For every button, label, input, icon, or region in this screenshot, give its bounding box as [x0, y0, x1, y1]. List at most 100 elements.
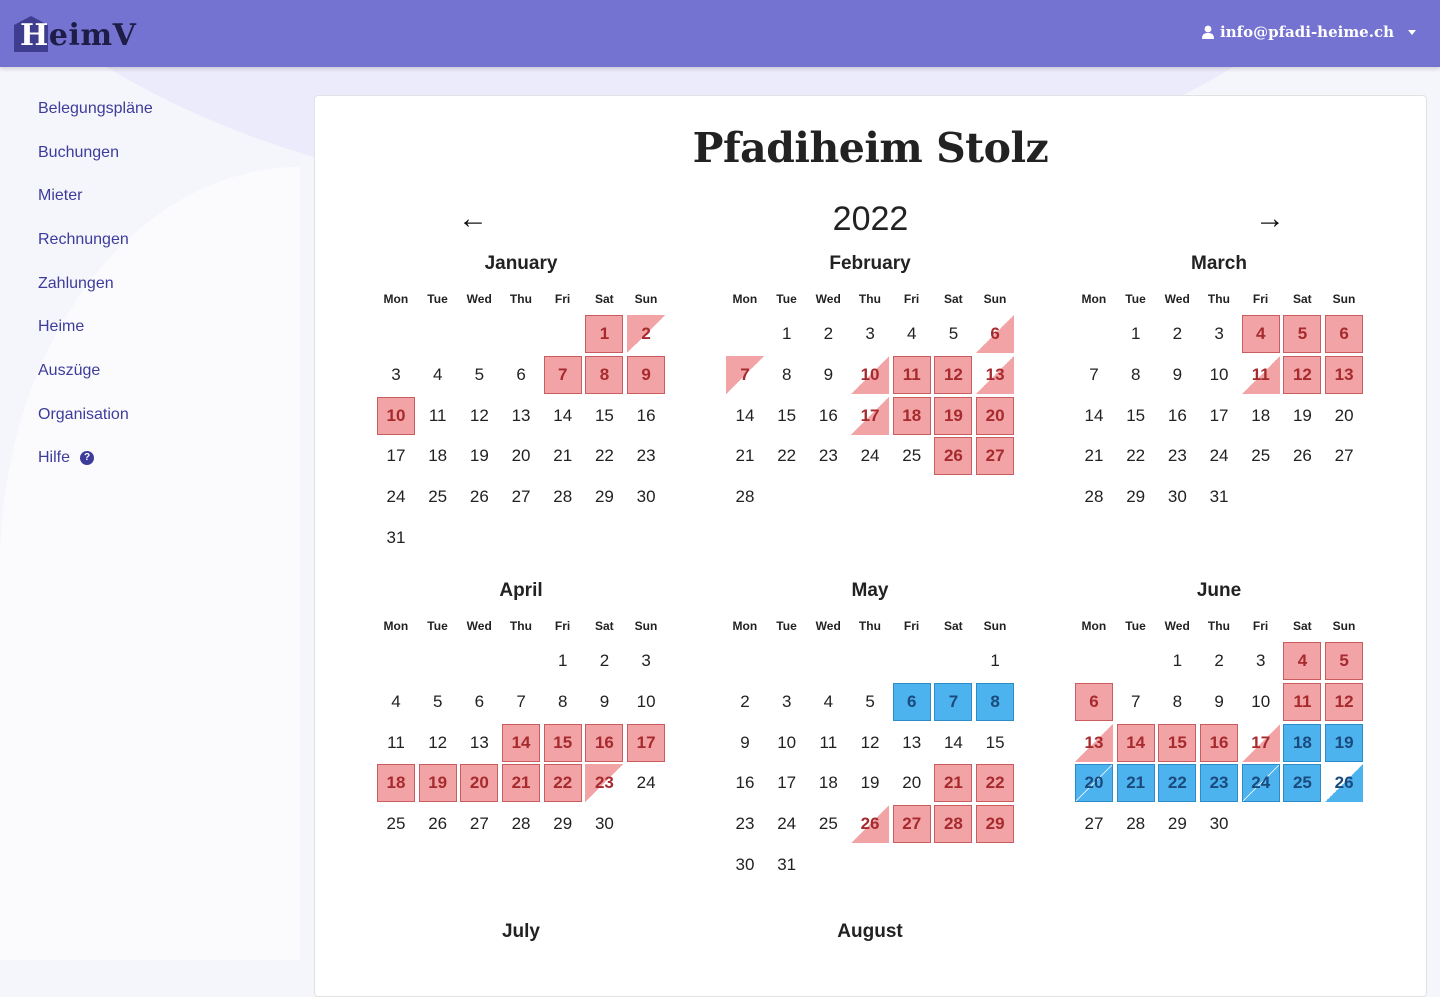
- calendar-day[interactable]: 7: [726, 355, 764, 394]
- calendar-day[interactable]: 8: [544, 683, 582, 721]
- calendar-day[interactable]: 17: [768, 764, 806, 802]
- calendar-day[interactable]: 22: [768, 437, 806, 475]
- calendar-day[interactable]: 24: [768, 805, 806, 843]
- calendar-day[interactable]: 24: [1200, 437, 1238, 475]
- calendar-day[interactable]: 6: [1325, 315, 1364, 353]
- calendar-day[interactable]: 16: [1158, 397, 1196, 435]
- calendar-day[interactable]: 28: [726, 478, 764, 516]
- calendar-day[interactable]: 20: [893, 764, 931, 802]
- calendar-day[interactable]: 26: [460, 478, 498, 516]
- calendar-day[interactable]: 14: [1075, 397, 1113, 435]
- calendar-day[interactable]: 26: [419, 805, 457, 843]
- calendar-day[interactable]: 20: [460, 764, 499, 803]
- calendar-day[interactable]: 1: [768, 315, 806, 353]
- calendar-day[interactable]: 14: [544, 397, 582, 435]
- calendar-day[interactable]: 20: [1075, 764, 1113, 803]
- calendar-day[interactable]: 3: [627, 642, 665, 680]
- sidebar-item-hilfe[interactable]: Hilfe?: [38, 437, 153, 481]
- calendar-day[interactable]: 20: [502, 437, 540, 475]
- calendar-day[interactable]: 10: [1242, 683, 1280, 721]
- calendar-day[interactable]: 11: [809, 724, 847, 762]
- calendar-day[interactable]: 10: [1200, 356, 1238, 394]
- calendar-day[interactable]: 28: [1117, 805, 1155, 843]
- calendar-day[interactable]: 4: [1283, 642, 1322, 680]
- calendar-day[interactable]: 26: [934, 437, 973, 476]
- calendar-day[interactable]: 27: [460, 805, 498, 843]
- calendar-day[interactable]: 23: [1200, 764, 1239, 803]
- calendar-day[interactable]: 14: [726, 397, 764, 435]
- calendar-day[interactable]: 9: [585, 683, 623, 721]
- calendar-day[interactable]: 16: [1200, 723, 1239, 762]
- calendar-day[interactable]: 11: [1241, 355, 1280, 394]
- calendar-day[interactable]: 4: [377, 683, 415, 721]
- calendar-day[interactable]: 8: [768, 356, 806, 394]
- calendar-day[interactable]: 28: [544, 478, 582, 516]
- calendar-day[interactable]: 1: [544, 642, 582, 680]
- calendar-day[interactable]: 2: [1158, 315, 1196, 353]
- calendar-day[interactable]: 27: [892, 805, 931, 844]
- calendar-day[interactable]: 5: [851, 683, 889, 721]
- calendar-day[interactable]: 29: [1117, 478, 1155, 516]
- calendar-day[interactable]: 15: [1117, 397, 1155, 435]
- calendar-day[interactable]: 24: [851, 437, 889, 475]
- calendar-day[interactable]: 30: [1200, 805, 1238, 843]
- calendar-day[interactable]: 1: [976, 642, 1014, 680]
- calendar-day[interactable]: 24: [1241, 764, 1280, 803]
- calendar-day[interactable]: 3: [768, 683, 806, 721]
- calendar-day[interactable]: 3: [851, 315, 889, 353]
- calendar-day[interactable]: 22: [976, 764, 1015, 803]
- calendar-day[interactable]: 2: [1200, 642, 1238, 680]
- calendar-day[interactable]: 30: [627, 478, 665, 516]
- calendar-day[interactable]: 12: [1283, 355, 1322, 394]
- calendar-day[interactable]: 6: [1075, 682, 1113, 721]
- calendar-day[interactable]: 1: [585, 315, 624, 353]
- calendar-day[interactable]: 12: [460, 397, 498, 435]
- calendar-day[interactable]: 9: [1200, 683, 1238, 721]
- calendar-day[interactable]: 8: [976, 682, 1015, 721]
- sidebar-item-mieter[interactable]: Mieter: [38, 174, 153, 218]
- calendar-day[interactable]: 2: [585, 642, 623, 680]
- calendar-day[interactable]: 21: [1116, 764, 1155, 803]
- calendar-day[interactable]: 1: [1117, 315, 1155, 353]
- calendar-day[interactable]: 25: [809, 805, 847, 843]
- calendar-day[interactable]: 14: [1116, 723, 1155, 762]
- calendar-day[interactable]: 12: [1325, 682, 1364, 721]
- calendar-day[interactable]: 19: [1325, 723, 1364, 762]
- calendar-day[interactable]: 9: [627, 355, 666, 394]
- calendar-day[interactable]: 3: [377, 356, 415, 394]
- calendar-day[interactable]: 8: [1117, 356, 1155, 394]
- sidebar-item-buchungen[interactable]: Buchungen: [38, 131, 153, 175]
- calendar-day[interactable]: 25: [377, 805, 415, 843]
- calendar-day[interactable]: 28: [934, 805, 973, 844]
- calendar-day[interactable]: 4: [809, 683, 847, 721]
- calendar-day[interactable]: 12: [851, 724, 889, 762]
- calendar-day[interactable]: 16: [585, 723, 624, 762]
- calendar-day[interactable]: 19: [460, 437, 498, 475]
- calendar-day[interactable]: 2: [627, 315, 666, 353]
- calendar-day[interactable]: 13: [893, 724, 931, 762]
- calendar-day[interactable]: 26: [851, 805, 890, 844]
- sidebar-item-heime[interactable]: Heime: [38, 305, 153, 349]
- calendar-day[interactable]: 23: [1158, 437, 1196, 475]
- calendar-day[interactable]: 5: [1325, 642, 1364, 680]
- calendar-day[interactable]: 6: [892, 682, 931, 721]
- calendar-day[interactable]: 6: [460, 683, 498, 721]
- calendar-day[interactable]: 28: [1075, 478, 1113, 516]
- calendar-day[interactable]: 10: [377, 396, 415, 435]
- calendar-day[interactable]: 31: [377, 519, 415, 557]
- calendar-day[interactable]: 17: [377, 437, 415, 475]
- sidebar-item-zahlungen[interactable]: Zahlungen: [38, 262, 153, 306]
- calendar-day[interactable]: 12: [934, 355, 973, 394]
- calendar-day[interactable]: 11: [892, 355, 931, 394]
- calendar-day[interactable]: 5: [419, 683, 457, 721]
- calendar-day[interactable]: 16: [809, 397, 847, 435]
- calendar-day[interactable]: 17: [627, 723, 666, 762]
- calendar-day[interactable]: 18: [1283, 723, 1322, 762]
- calendar-day[interactable]: 9: [1158, 356, 1196, 394]
- calendar-day[interactable]: 24: [627, 764, 665, 802]
- calendar-day[interactable]: 18: [892, 396, 931, 435]
- calendar-day[interactable]: 15: [1158, 723, 1197, 762]
- calendar-day[interactable]: 21: [502, 764, 541, 803]
- calendar-day[interactable]: 26: [1283, 437, 1321, 475]
- calendar-day[interactable]: 21: [1075, 437, 1113, 475]
